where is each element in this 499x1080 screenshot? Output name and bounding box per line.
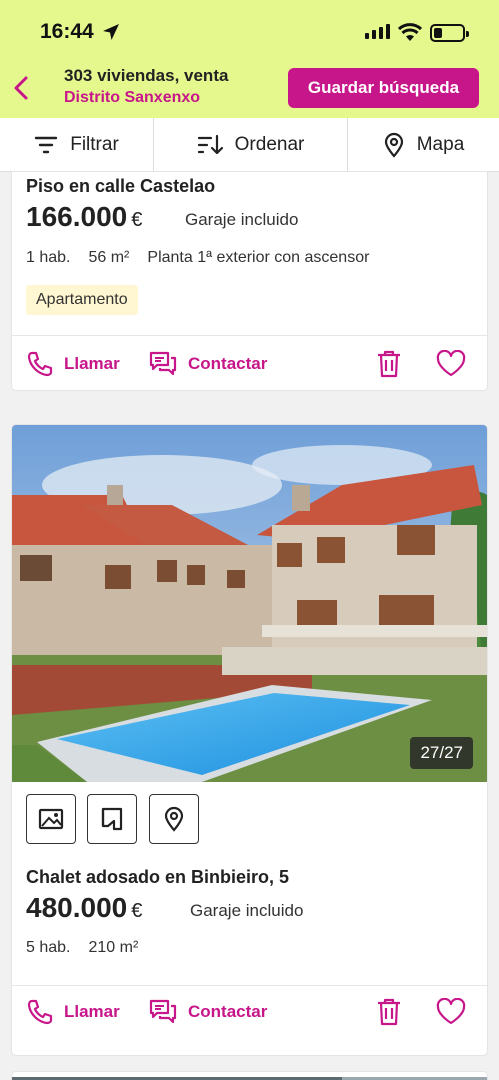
parking-note: Garaje incluido [185, 210, 299, 229]
call-label: Llamar [64, 1002, 120, 1021]
wifi-icon [398, 23, 422, 41]
listing-price: 166.000 € [26, 201, 142, 233]
filter-label: Filtrar [70, 133, 119, 155]
location-arrow-icon [103, 24, 119, 40]
call-button[interactable]: Llamar [26, 350, 120, 378]
house-pool-photo [12, 425, 487, 782]
floorplan-icon [101, 807, 123, 831]
listing-card[interactable]: Piso en calle Castelao 166.000 € Garaje i… [12, 172, 487, 390]
map-pin-icon [384, 132, 403, 158]
favorite-heart-icon[interactable] [436, 998, 466, 1026]
parking-note: Garaje incluido [190, 901, 304, 920]
search-title: 303 viviendas, venta [64, 66, 229, 85]
listing-title[interactable]: Piso en calle Castelao [26, 176, 215, 197]
price-currency: € [131, 209, 143, 231]
listing-title[interactable]: Chalet adosado en Binbieiro, 5 [26, 867, 289, 888]
map-button[interactable]: Mapa [347, 118, 499, 171]
map-pin-icon [164, 806, 184, 832]
price-value: 166.000 [26, 201, 128, 232]
chat-icon [149, 351, 177, 376]
card-divider [12, 335, 487, 336]
photo-counter: 27/27 [410, 737, 473, 769]
sort-icon [197, 134, 223, 154]
sort-button[interactable]: Ordenar [153, 118, 347, 171]
status-bar: 16:44 [0, 0, 499, 60]
listing-price: 480.000 € [26, 892, 142, 924]
listing-card[interactable]: 27/27 Chalet adosado en Binbieiro, 5 480… [12, 425, 487, 1055]
listing-details: 1 hab. 56 m² Planta 1ª exterior con asce… [26, 249, 369, 267]
app-header: 16:44 303 viviendas, venta Distrito Sanx… [0, 0, 499, 118]
contact-label: Contactar [188, 1002, 268, 1021]
photos-tab-button[interactable] [26, 794, 76, 844]
contact-label: Contactar [188, 354, 268, 373]
price-currency: € [131, 900, 143, 922]
listing-details: 5 hab. 210 m² [26, 939, 138, 957]
discard-trash-icon[interactable] [376, 997, 402, 1027]
discard-trash-icon[interactable] [376, 349, 402, 379]
filter-button[interactable]: Filtrar [0, 118, 153, 171]
results-toolbar: Filtrar Ordenar Mapa [0, 118, 499, 172]
listing-card-next[interactable] [12, 1072, 487, 1080]
cellular-signal-icon [365, 24, 390, 39]
floorplan-tab-button[interactable] [87, 794, 137, 844]
property-type-tag: Apartamento [26, 285, 138, 315]
card-divider [12, 985, 487, 986]
status-time: 16:44 [40, 20, 94, 43]
detail-area: 56 m² [88, 249, 130, 266]
call-button[interactable]: Llamar [26, 998, 120, 1026]
chat-icon [149, 999, 177, 1024]
call-label: Llamar [64, 354, 120, 373]
price-value: 480.000 [26, 892, 128, 923]
sort-label: Ordenar [234, 133, 305, 155]
filter-icon [35, 136, 58, 153]
back-arrow-icon[interactable] [10, 72, 32, 104]
map-label: Mapa [416, 133, 465, 155]
search-location[interactable]: Distrito Sanxenxo [64, 89, 200, 107]
detail-rooms: 5 hab. [26, 939, 71, 956]
contact-button[interactable]: Contactar [148, 998, 267, 1026]
phone-icon [27, 999, 53, 1025]
image-icon [38, 808, 64, 830]
listing-photo[interactable]: 27/27 [12, 425, 487, 782]
favorite-heart-icon[interactable] [436, 350, 466, 378]
detail-rooms: 1 hab. [26, 249, 71, 266]
contact-button[interactable]: Contactar [148, 350, 267, 378]
location-tab-button[interactable] [149, 794, 199, 844]
detail-floor: Planta 1ª exterior con ascensor [147, 249, 370, 266]
phone-icon [27, 351, 53, 377]
detail-area: 210 m² [88, 939, 139, 956]
battery-icon [430, 24, 469, 42]
save-search-button[interactable]: Guardar búsqueda [288, 68, 479, 108]
